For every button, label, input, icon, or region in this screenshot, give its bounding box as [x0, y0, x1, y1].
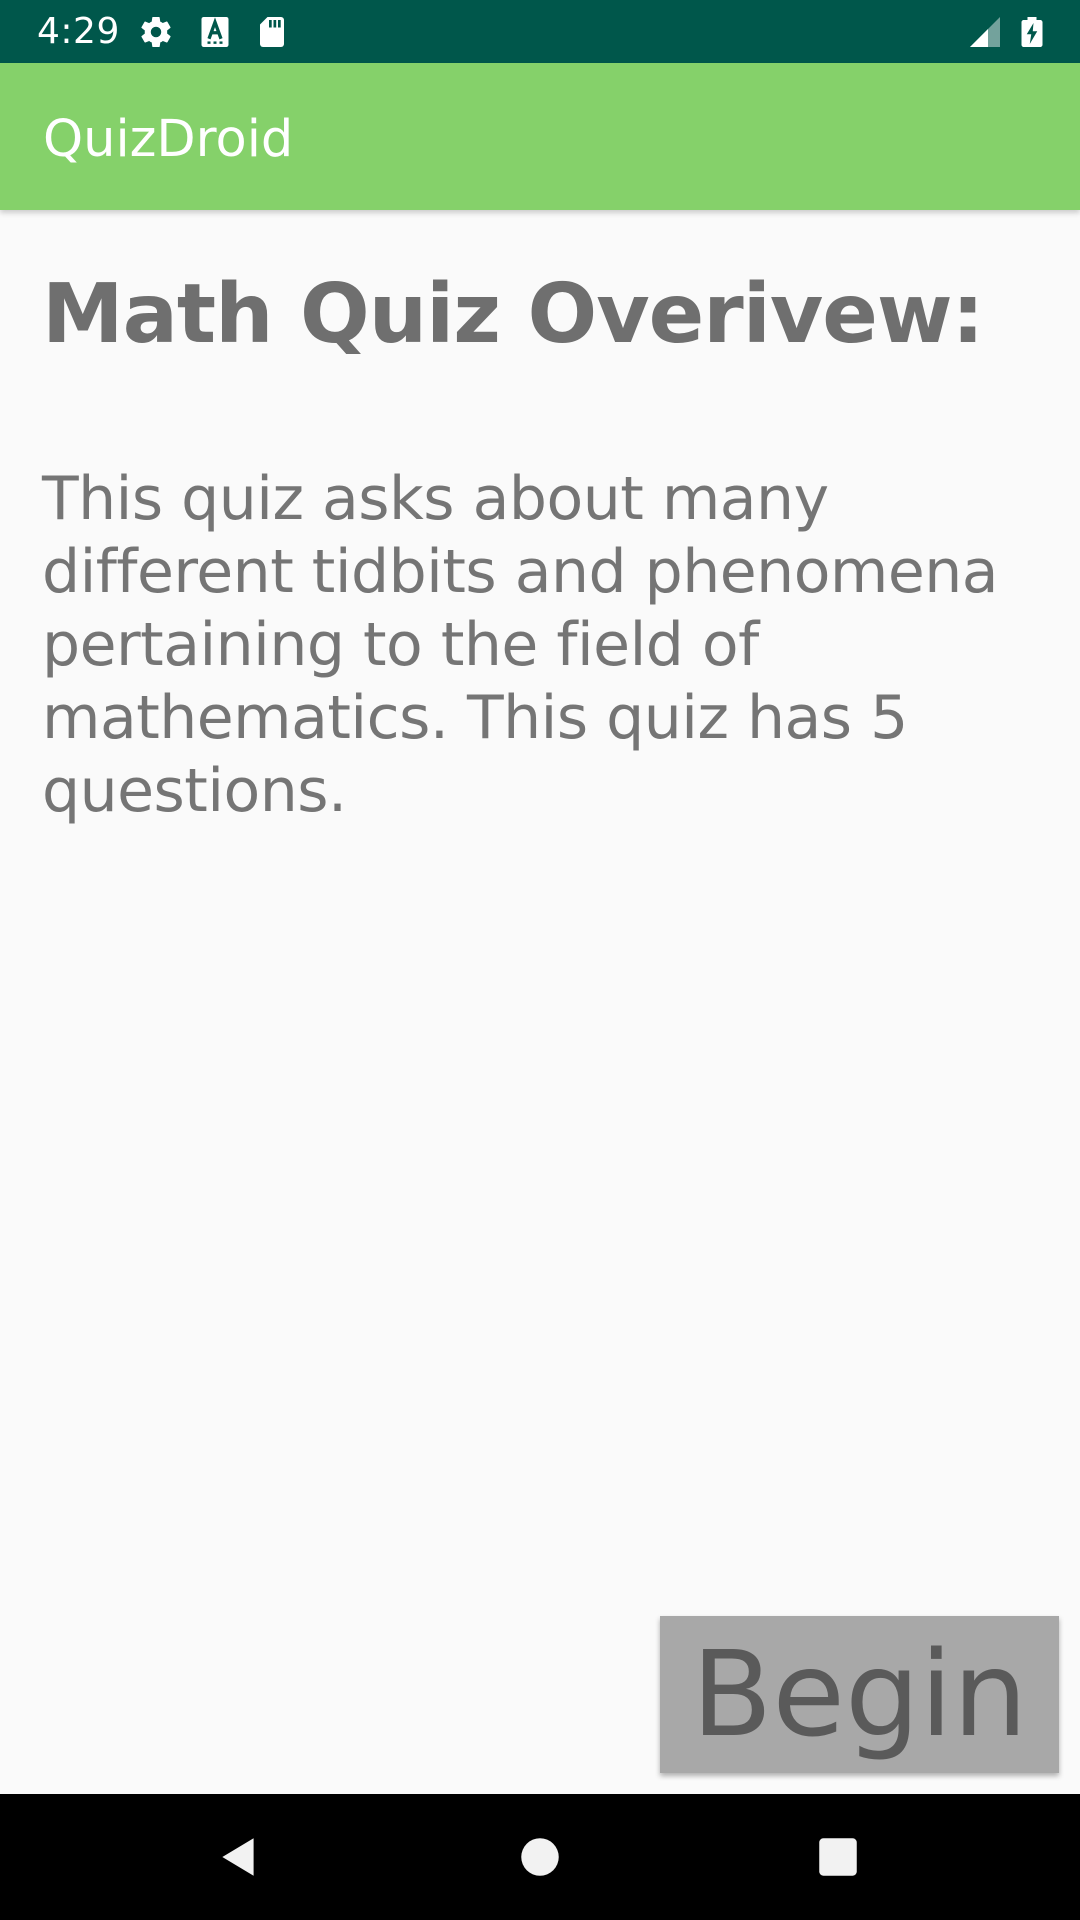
- app-bar: QuizDroid: [0, 63, 1080, 210]
- status-time: 4:29: [37, 11, 120, 52]
- status-bar: 4:29: [0, 0, 1080, 63]
- recents-icon[interactable]: [813, 1832, 863, 1882]
- battery-charging-icon: [1014, 14, 1050, 50]
- home-icon[interactable]: [515, 1832, 565, 1882]
- sd-card-icon: [254, 14, 290, 50]
- quiz-description: This quiz asks about many different tidb…: [42, 464, 999, 826]
- signal-icon: [967, 14, 1003, 50]
- back-icon[interactable]: [214, 1832, 264, 1882]
- a-keyboard-icon: [197, 14, 233, 50]
- settings-gear-icon: [138, 14, 174, 50]
- screen: 4:29 QuizDroid Math Quiz Overivew: This …: [0, 0, 1080, 1920]
- app-title: QuizDroid: [43, 110, 294, 169]
- begin-button[interactable]: Begin: [660, 1616, 1059, 1773]
- navigation-bar: [0, 1794, 1080, 1920]
- quiz-overview-heading: Math Quiz Overivew:: [42, 267, 984, 362]
